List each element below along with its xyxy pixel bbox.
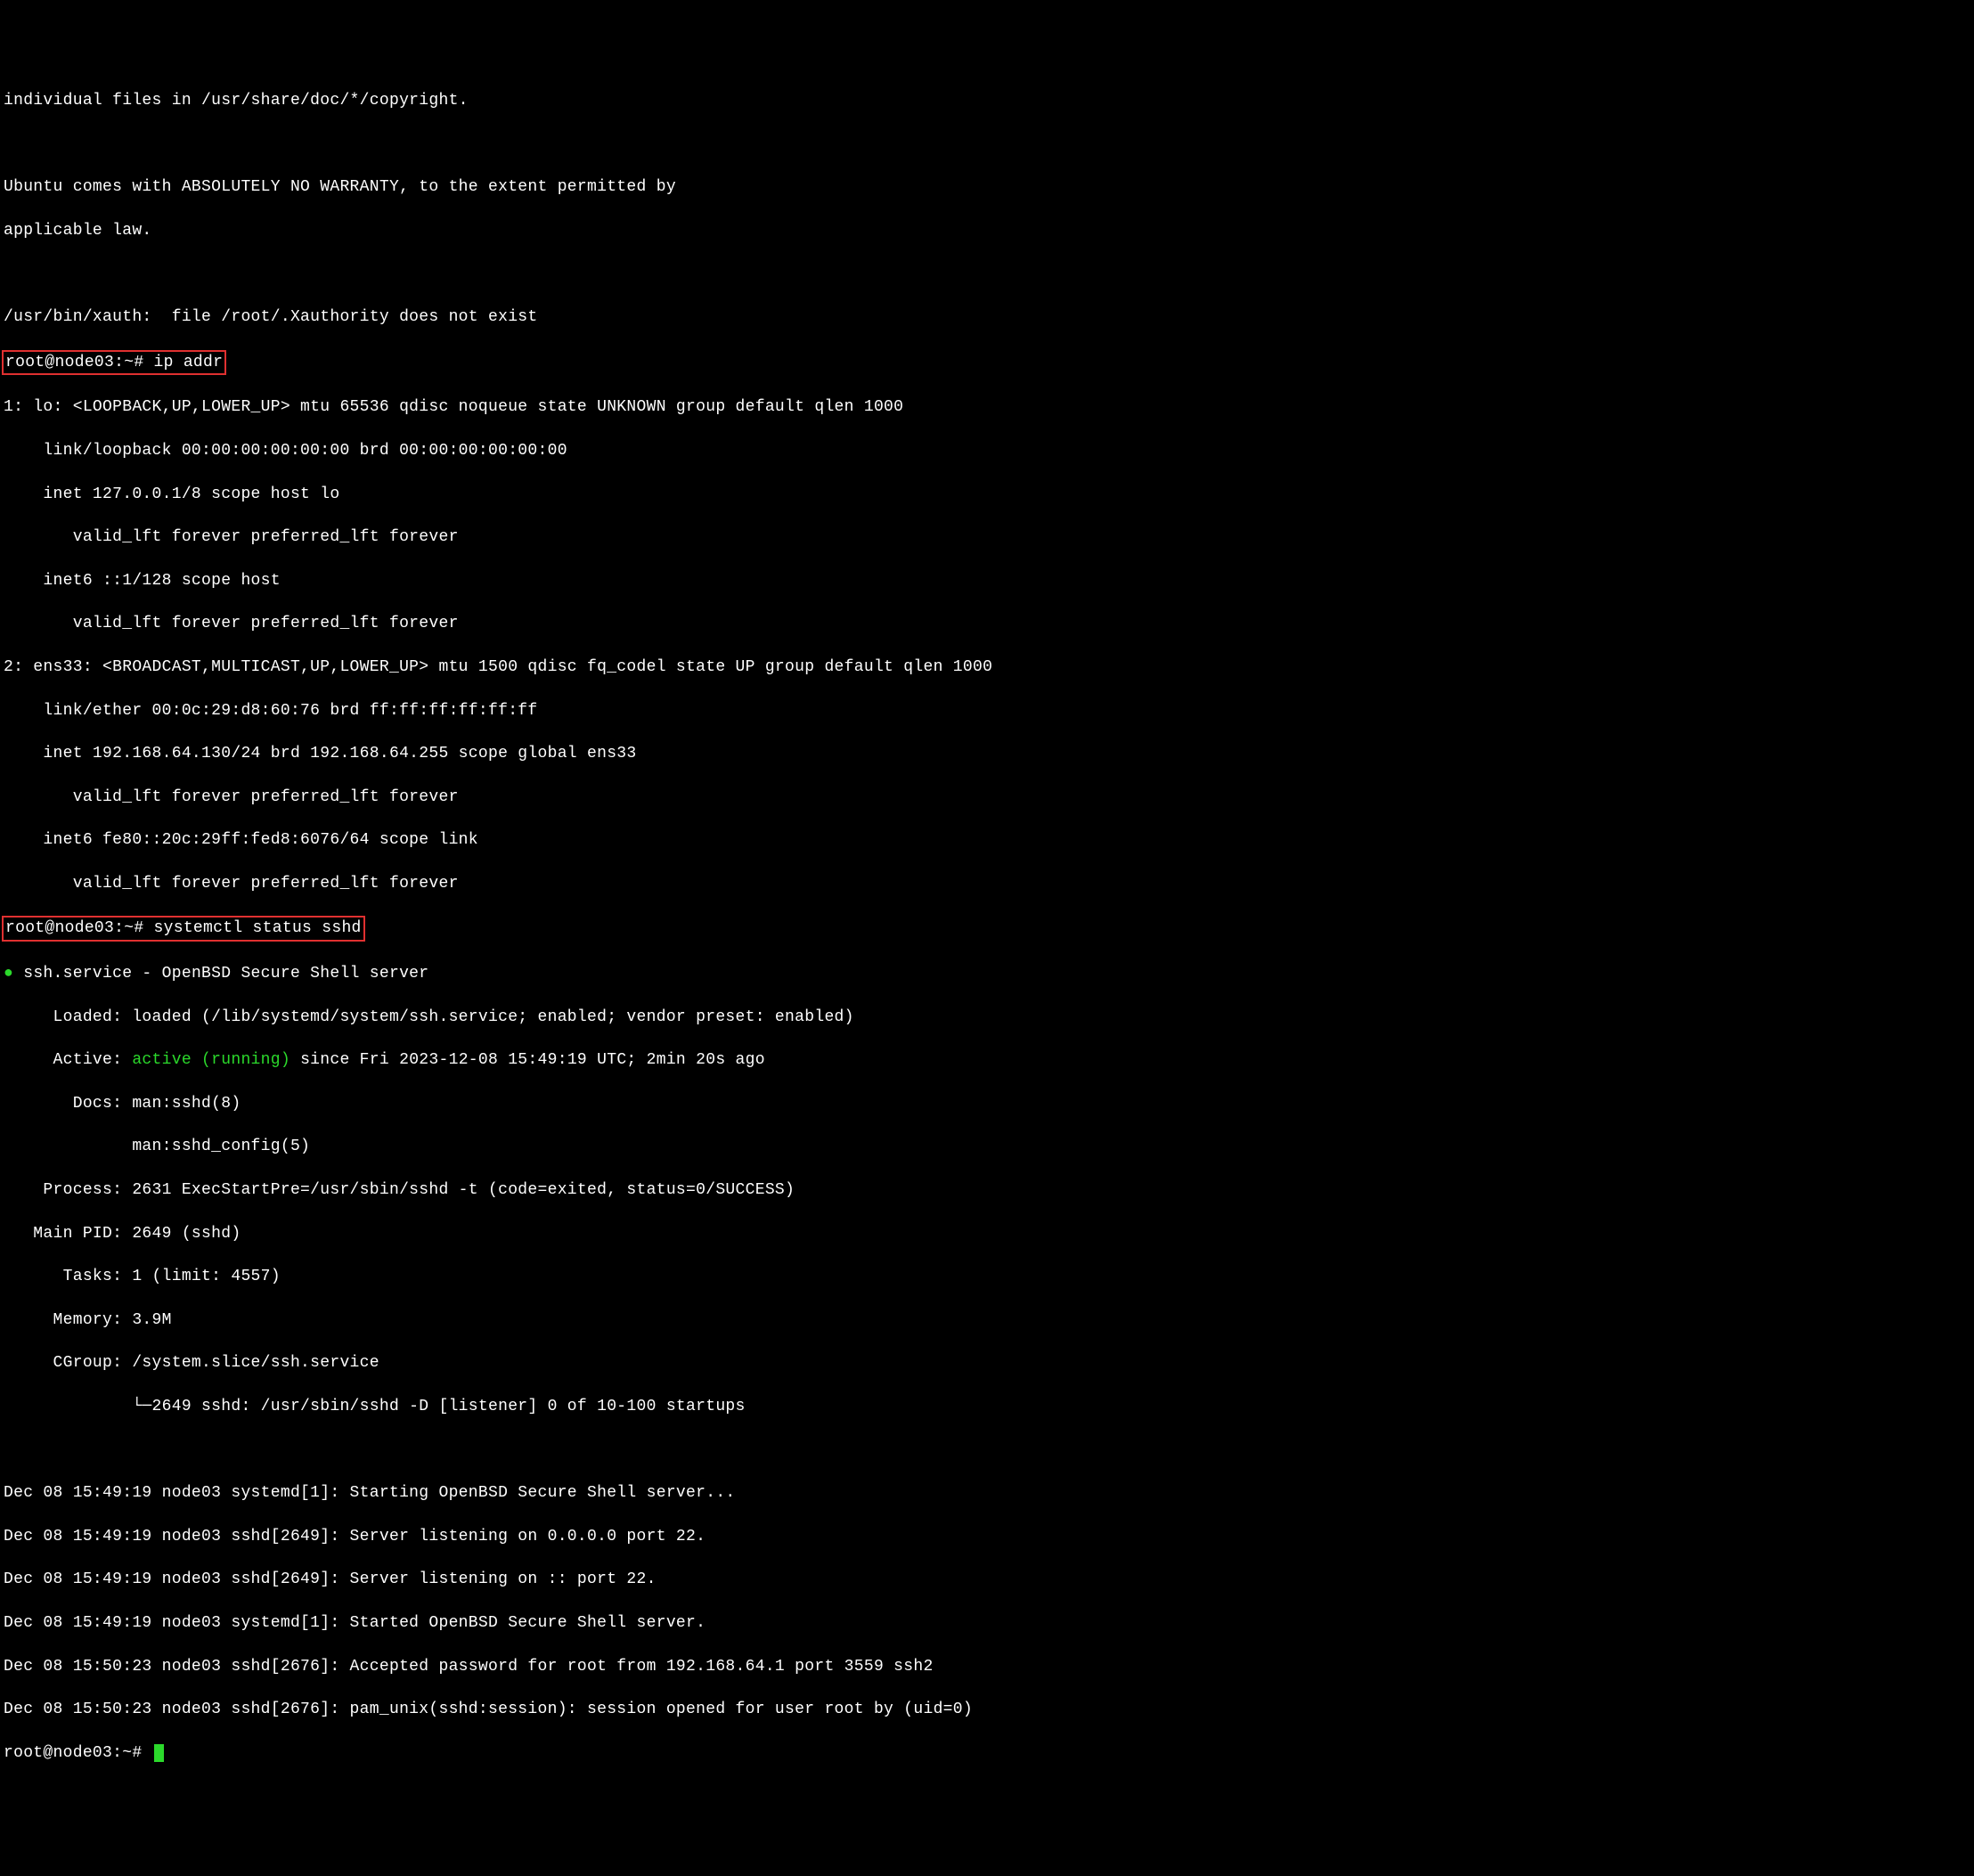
ip-ens-head: 2: ens33: <BROADCAST,MULTICAST,UP,LOWER_… <box>4 657 1970 678</box>
log-line: Dec 08 15:50:23 node03 sshd[2676]: Accep… <box>4 1656 1970 1677</box>
mainpid-line: Main PID: 2649 (sshd) <box>4 1223 1970 1244</box>
ip-ens-link: link/ether 00:0c:29:d8:60:76 brd ff:ff:f… <box>4 700 1970 722</box>
status-dot-icon: ● <box>4 965 13 983</box>
blank-line <box>4 1440 1970 1461</box>
docs-line: man:sshd_config(5) <box>4 1136 1970 1157</box>
blank-line <box>4 264 1970 285</box>
ip-ens-inet6: inet6 fe80::20c:29ff:fed8:6076/64 scope … <box>4 829 1970 851</box>
ip-lo-head: 1: lo: <LOOPBACK,UP,LOWER_UP> mtu 65536 … <box>4 396 1970 418</box>
service-name: ssh.service - OpenBSD Secure Shell serve… <box>13 965 428 983</box>
log-line: Dec 08 15:49:19 node03 systemd[1]: Start… <box>4 1482 1970 1504</box>
ip-lo-link: link/loopback 00:00:00:00:00:00 brd 00:0… <box>4 440 1970 461</box>
service-header: ● ssh.service - OpenBSD Secure Shell ser… <box>4 963 1970 984</box>
log-line: Dec 08 15:49:19 node03 sshd[2649]: Serve… <box>4 1526 1970 1547</box>
loaded-line: Loaded: loaded (/lib/systemd/system/ssh.… <box>4 1007 1970 1028</box>
cgroup-line: CGroup: /system.slice/ssh.service <box>4 1352 1970 1374</box>
ip-lo-inet6: inet6 ::1/128 scope host <box>4 570 1970 591</box>
log-line: Dec 08 15:50:23 node03 sshd[2676]: pam_u… <box>4 1699 1970 1720</box>
ip-ens-valid: valid_lft forever preferred_lft forever <box>4 873 1970 894</box>
cgroup-tree: └─2649 sshd: /usr/sbin/sshd -D [listener… <box>4 1396 1970 1417</box>
ip-lo-inet: inet 127.0.0.1/8 scope host lo <box>4 484 1970 505</box>
ip-lo-valid: valid_lft forever preferred_lft forever <box>4 526 1970 548</box>
log-line: Dec 08 15:49:19 node03 systemd[1]: Start… <box>4 1612 1970 1634</box>
prompt-text: root@node03:~# <box>4 1744 152 1762</box>
active-since: since Fri 2023-12-08 15:49:19 UTC; 2min … <box>290 1051 765 1069</box>
motd-line: applicable law. <box>4 220 1970 241</box>
ip-lo-valid: valid_lft forever preferred_lft forever <box>4 613 1970 634</box>
blank-line <box>4 134 1970 155</box>
active-status: active (running) <box>132 1051 290 1069</box>
log-line: Dec 08 15:49:19 node03 sshd[2649]: Serve… <box>4 1569 1970 1590</box>
docs-line: Docs: man:sshd(8) <box>4 1093 1970 1114</box>
active-line: Active: active (running) since Fri 2023-… <box>4 1049 1970 1071</box>
memory-line: Memory: 3.9M <box>4 1309 1970 1331</box>
active-label: Active: <box>4 1051 132 1069</box>
process-line: Process: 2631 ExecStartPre=/usr/sbin/ssh… <box>4 1179 1970 1201</box>
tasks-line: Tasks: 1 (limit: 4557) <box>4 1266 1970 1287</box>
prompt-systemctl: root@node03:~# systemctl status sshd <box>4 916 1970 941</box>
ip-ens-valid: valid_lft forever preferred_lft forever <box>4 787 1970 808</box>
ip-ens-inet: inet 192.168.64.130/24 brd 192.168.64.25… <box>4 743 1970 764</box>
xauth-warning: /usr/bin/xauth: file /root/.Xauthority d… <box>4 306 1970 328</box>
cursor-icon <box>154 1744 164 1762</box>
highlight-box: root@node03:~# systemctl status sshd <box>2 916 365 941</box>
prompt-ip-addr: root@node03:~# ip addr <box>4 350 1970 375</box>
motd-line: individual files in /usr/share/doc/*/cop… <box>4 90 1970 111</box>
highlight-box: root@node03:~# ip addr <box>2 350 226 375</box>
motd-line: Ubuntu comes with ABSOLUTELY NO WARRANTY… <box>4 176 1970 198</box>
current-prompt[interactable]: root@node03:~# <box>4 1742 1970 1764</box>
